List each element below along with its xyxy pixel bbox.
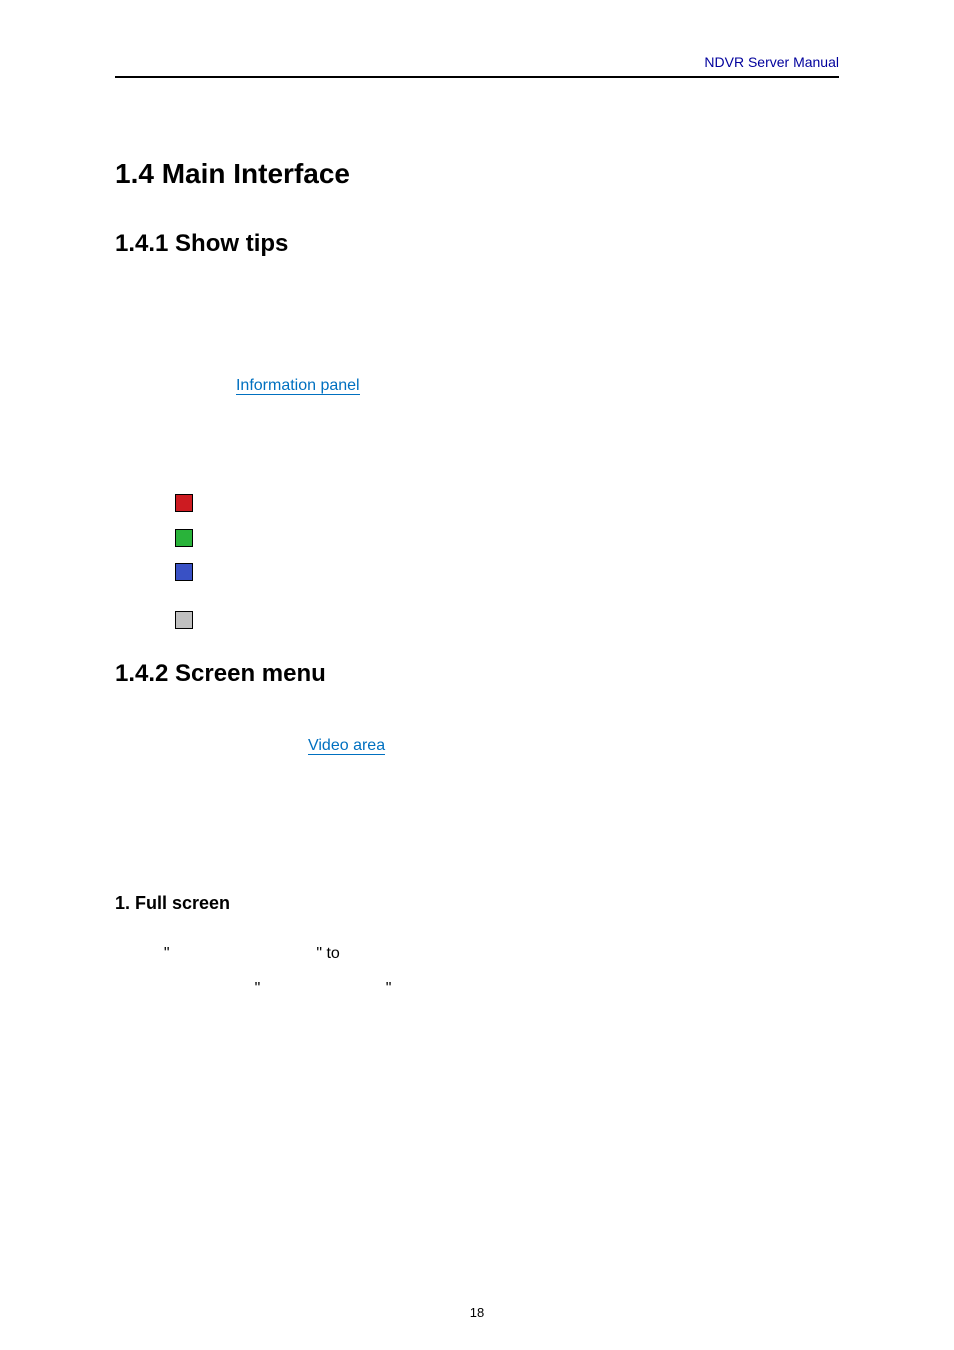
link-video-area[interactable]: Video area (308, 737, 385, 755)
heading-1-4-1: 1.4.1 Show tips (115, 230, 839, 258)
full-screen-p2: And you can select " 640*480 Display " t… (115, 971, 839, 1006)
heading-full-screen: 1. Full screen (115, 893, 839, 914)
full-screen-p2b: to change the resolution to (396, 980, 585, 997)
heading-1-4-2: 1.4.2 Screen menu (115, 660, 839, 688)
full-screen-p1mid: Full Screen Display (174, 945, 312, 962)
full-screen-p2c: 640*480, then full screen will be shown. (115, 1006, 839, 1041)
show-tips-p2d: in different color. (115, 439, 839, 474)
quote-close-1-to: " to (316, 945, 339, 962)
quote-close-2: " (386, 980, 392, 997)
swatch-gray-text: This color display network event. (203, 609, 435, 631)
quote-open-2: " (255, 980, 261, 997)
show-tips-block: When the mouse moves closely or stops ab… (115, 298, 839, 474)
show-tips-p2a: Press the button (115, 377, 236, 394)
swatch-row-blue: This color display operation event. (175, 561, 839, 583)
full-screen-p1: Select " Full Screen Display " to make t… (115, 936, 839, 971)
header-rule (115, 76, 839, 78)
full-screen-p1a: Select (115, 945, 164, 962)
swatch-green-icon (175, 529, 193, 547)
screen-menu-p1b: , there is a menu shown (390, 737, 560, 754)
full-screen-p2mid: 640*480 Display (265, 980, 382, 997)
screen-menu-p1a: Click right mouse button in (115, 737, 308, 754)
swatch-row-green: This color display system event. (175, 526, 839, 548)
show-tips-p2c: interface shows related alarm event and … (115, 404, 839, 439)
swatch-row-gray: This color display network event. (175, 609, 839, 631)
heading-1-4: 1.4 Main Interface (115, 158, 839, 190)
running-header: NDVR Server Manual (115, 54, 839, 70)
quote-open-1: " (164, 945, 170, 962)
full-screen-p1b: make the image displayed full screen. (344, 945, 612, 962)
screen-menu-p1c: as below: (115, 763, 839, 798)
screen-menu-p2: In this menu, you can do the operations … (115, 798, 839, 833)
swatch-red-text: This color display alarm event. (203, 492, 419, 514)
screen-menu-p1: Click right mouse button in Video area ,… (115, 728, 839, 763)
full-screen-p2a: And you can select (115, 980, 255, 997)
screen-menu-block: Click right mouse button in Video area ,… (115, 728, 839, 834)
show-tips-p2b: in tool panel so that main (364, 377, 542, 394)
swatch-blue-text: This color display operation event. (203, 561, 446, 583)
show-tips-p2: Press the button Information panel in to… (115, 368, 839, 403)
swatch-red-icon (175, 494, 193, 512)
swatch-blue-icon (175, 563, 193, 581)
show-tips-p1a: When the mouse moves closely or stops ab… (115, 298, 839, 333)
swatch-gray-icon (175, 611, 193, 629)
swatch-row-red: This color display alarm event. (175, 492, 839, 514)
page-number: 18 (0, 1305, 954, 1320)
full-screen-block: Select " Full Screen Display " to make t… (115, 936, 839, 1042)
show-tips-p1b: name will be shown immediately. (115, 333, 839, 368)
link-information-panel[interactable]: Information panel (236, 377, 360, 395)
swatch-green-text: This color display system event. (203, 526, 430, 548)
